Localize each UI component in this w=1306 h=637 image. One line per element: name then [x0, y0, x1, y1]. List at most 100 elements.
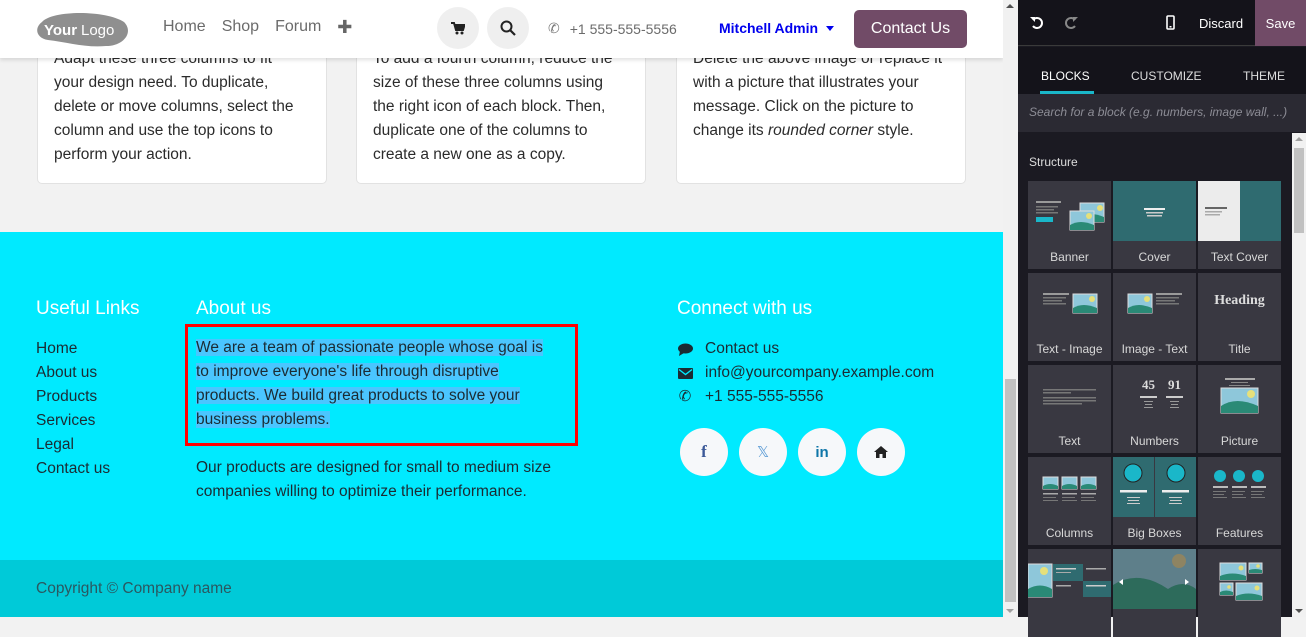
selected-line: We are a team of passionate people whose…	[196, 339, 543, 356]
cart-icon	[451, 21, 465, 34]
card-line: delete or move columns, select the	[54, 98, 294, 115]
section-title: Structure	[1029, 155, 1078, 169]
linkedin-button[interactable]: in	[798, 428, 846, 476]
columns-thumbnail	[1042, 476, 1097, 501]
footer-link-legal[interactable]: Legal	[36, 433, 110, 457]
search-button[interactable]	[487, 7, 529, 49]
block-big-boxes[interactable]: Big Boxes	[1113, 457, 1196, 545]
linkedin-icon: in	[815, 443, 829, 461]
features-thumbnail	[1213, 470, 1266, 498]
chevron-down-icon	[826, 25, 835, 31]
scroll-up-icon[interactable]	[1006, 4, 1014, 8]
block-columns[interactable]: Columns	[1028, 457, 1111, 545]
numbers-thumbnail	[1140, 396, 1183, 408]
block-label: Numbers	[1130, 434, 1179, 448]
plus-icon[interactable]: ✚	[337, 18, 352, 36]
comment-icon	[677, 343, 693, 356]
useful-links-list: Home About us Products Services Legal Co…	[36, 337, 110, 481]
nav-shop[interactable]: Shop	[222, 18, 259, 36]
footer-link-about[interactable]: About us	[36, 361, 110, 385]
connect-phone[interactable]: ✆ +1 555-555-5556	[677, 385, 934, 409]
sidebar-scrollbar-thumb[interactable]	[1294, 148, 1304, 233]
block-text[interactable]: Text	[1028, 365, 1111, 453]
cart-button[interactable]	[437, 7, 479, 49]
card-text: style.	[873, 122, 914, 139]
footer-link-services[interactable]: Services	[36, 409, 110, 433]
page-scrollbar[interactable]	[1003, 0, 1018, 617]
envelope-icon	[677, 367, 693, 379]
block-image-text-grid[interactable]	[1028, 549, 1111, 637]
sidebar-scroll-up-icon[interactable]	[1295, 137, 1303, 141]
block-numbers[interactable]: 45 91 Numbers	[1113, 365, 1196, 453]
sidebar-scroll-down-icon[interactable]	[1295, 609, 1303, 613]
editor-sidebar: Discard Save BLOCKS CUSTOMIZE THEME Sear…	[1018, 0, 1306, 637]
about-selected-text[interactable]: We are a team of passionate people whose…	[196, 336, 566, 432]
block-image-wall[interactable]	[1198, 549, 1281, 637]
block-picture[interactable]: Picture	[1198, 365, 1281, 453]
user-menu[interactable]: Mitchell Admin	[719, 20, 835, 36]
banner-thumbnail	[1036, 201, 1105, 231]
card-line: with a picture that illustrates your	[693, 74, 919, 91]
card-line: change its rounded corner style.	[693, 119, 949, 143]
tab-customize[interactable]: CUSTOMIZE	[1131, 69, 1201, 83]
block-search-input[interactable]: Search for a block (e.g. numbers, image …	[1018, 94, 1306, 132]
phone-icon: ✆	[678, 388, 692, 405]
block-carousel[interactable]	[1113, 549, 1196, 637]
site-footer: Useful Links About us Connect with us Ho…	[0, 232, 1003, 560]
image-text-grid-thumbnail	[1028, 563, 1111, 598]
block-label: Picture	[1220, 434, 1259, 448]
about-second-paragraph[interactable]: Our products are designed for small to m…	[196, 456, 576, 504]
discard-button[interactable]: Discard	[1199, 16, 1243, 31]
nav-home[interactable]: Home	[163, 18, 206, 36]
phone-icon: ✆	[548, 20, 560, 36]
main-nav: Home Shop Forum ✚	[163, 18, 352, 36]
block-label: Title	[1228, 342, 1251, 356]
block-cover[interactable]: Cover	[1113, 181, 1196, 269]
scroll-down-icon[interactable]	[1006, 609, 1014, 613]
block-label: Big Boxes	[1127, 526, 1182, 540]
header-phone[interactable]: ✆ +1 555-555-5556	[548, 20, 677, 37]
save-button[interactable]: Save	[1255, 0, 1306, 46]
heading-thumbnail: Heading	[1214, 293, 1265, 308]
website-page: Your Logo Home Shop Forum ✚ ✆ +1 555-555…	[0, 0, 1003, 617]
footer-link-products[interactable]: Products	[36, 385, 110, 409]
nav-forum[interactable]: Forum	[275, 18, 321, 36]
block-text-cover[interactable]: Text Cover	[1198, 181, 1281, 269]
card-text: change its	[693, 122, 768, 139]
tab-theme[interactable]: THEME	[1243, 69, 1285, 83]
selected-line: to improve everyone's life through disru…	[196, 363, 499, 380]
selected-line: products. We build great products to sol…	[196, 387, 520, 404]
connect-email[interactable]: info@yourcompany.example.com	[677, 361, 934, 385]
block-title[interactable]: Heading Title	[1198, 273, 1281, 361]
block-label: Features	[1215, 526, 1264, 540]
redo-icon[interactable]	[1065, 16, 1078, 29]
x-twitter-button[interactable]: 𝕏	[739, 428, 787, 476]
text-image-thumbnail	[1043, 293, 1098, 314]
mobile-preview-icon[interactable]	[1166, 15, 1175, 30]
connect-phone-text: +1 555-555-5556	[705, 388, 824, 405]
connect-contact[interactable]: Contact us	[677, 337, 934, 361]
text-thumbnail	[1043, 389, 1096, 405]
block-banner[interactable]: Banner	[1028, 181, 1111, 269]
undo-icon[interactable]	[1030, 16, 1043, 29]
block-features[interactable]: Features	[1198, 457, 1281, 545]
sidebar-scrollbar[interactable]	[1292, 133, 1306, 617]
company-logo[interactable]: Your Logo	[36, 12, 130, 48]
footer-link-home[interactable]: Home	[36, 337, 110, 361]
footer-link-contact[interactable]: Contact us	[36, 457, 110, 481]
site-header: Your Logo Home Shop Forum ✚ ✆ +1 555-555…	[0, 0, 1003, 58]
card-line: perform your action.	[54, 146, 192, 163]
contact-us-button[interactable]: Contact Us	[854, 10, 967, 48]
block-label: Cover	[1138, 250, 1171, 264]
home-social-button[interactable]	[857, 428, 905, 476]
block-text-image[interactable]: Text - Image	[1028, 273, 1111, 361]
facebook-button[interactable]: f	[680, 428, 728, 476]
block-label: Image - Text	[1121, 342, 1188, 356]
carousel-thumbnail	[1113, 549, 1196, 609]
tab-blocks[interactable]: BLOCKS	[1041, 69, 1090, 83]
connect-contact-text: Contact us	[705, 340, 780, 357]
header-phone-number: +1 555-555-5556	[569, 20, 677, 37]
page-scrollbar-thumb[interactable]	[1005, 379, 1016, 602]
card-line: size of these three columns using	[373, 74, 604, 91]
block-image-text[interactable]: Image - Text	[1113, 273, 1196, 361]
